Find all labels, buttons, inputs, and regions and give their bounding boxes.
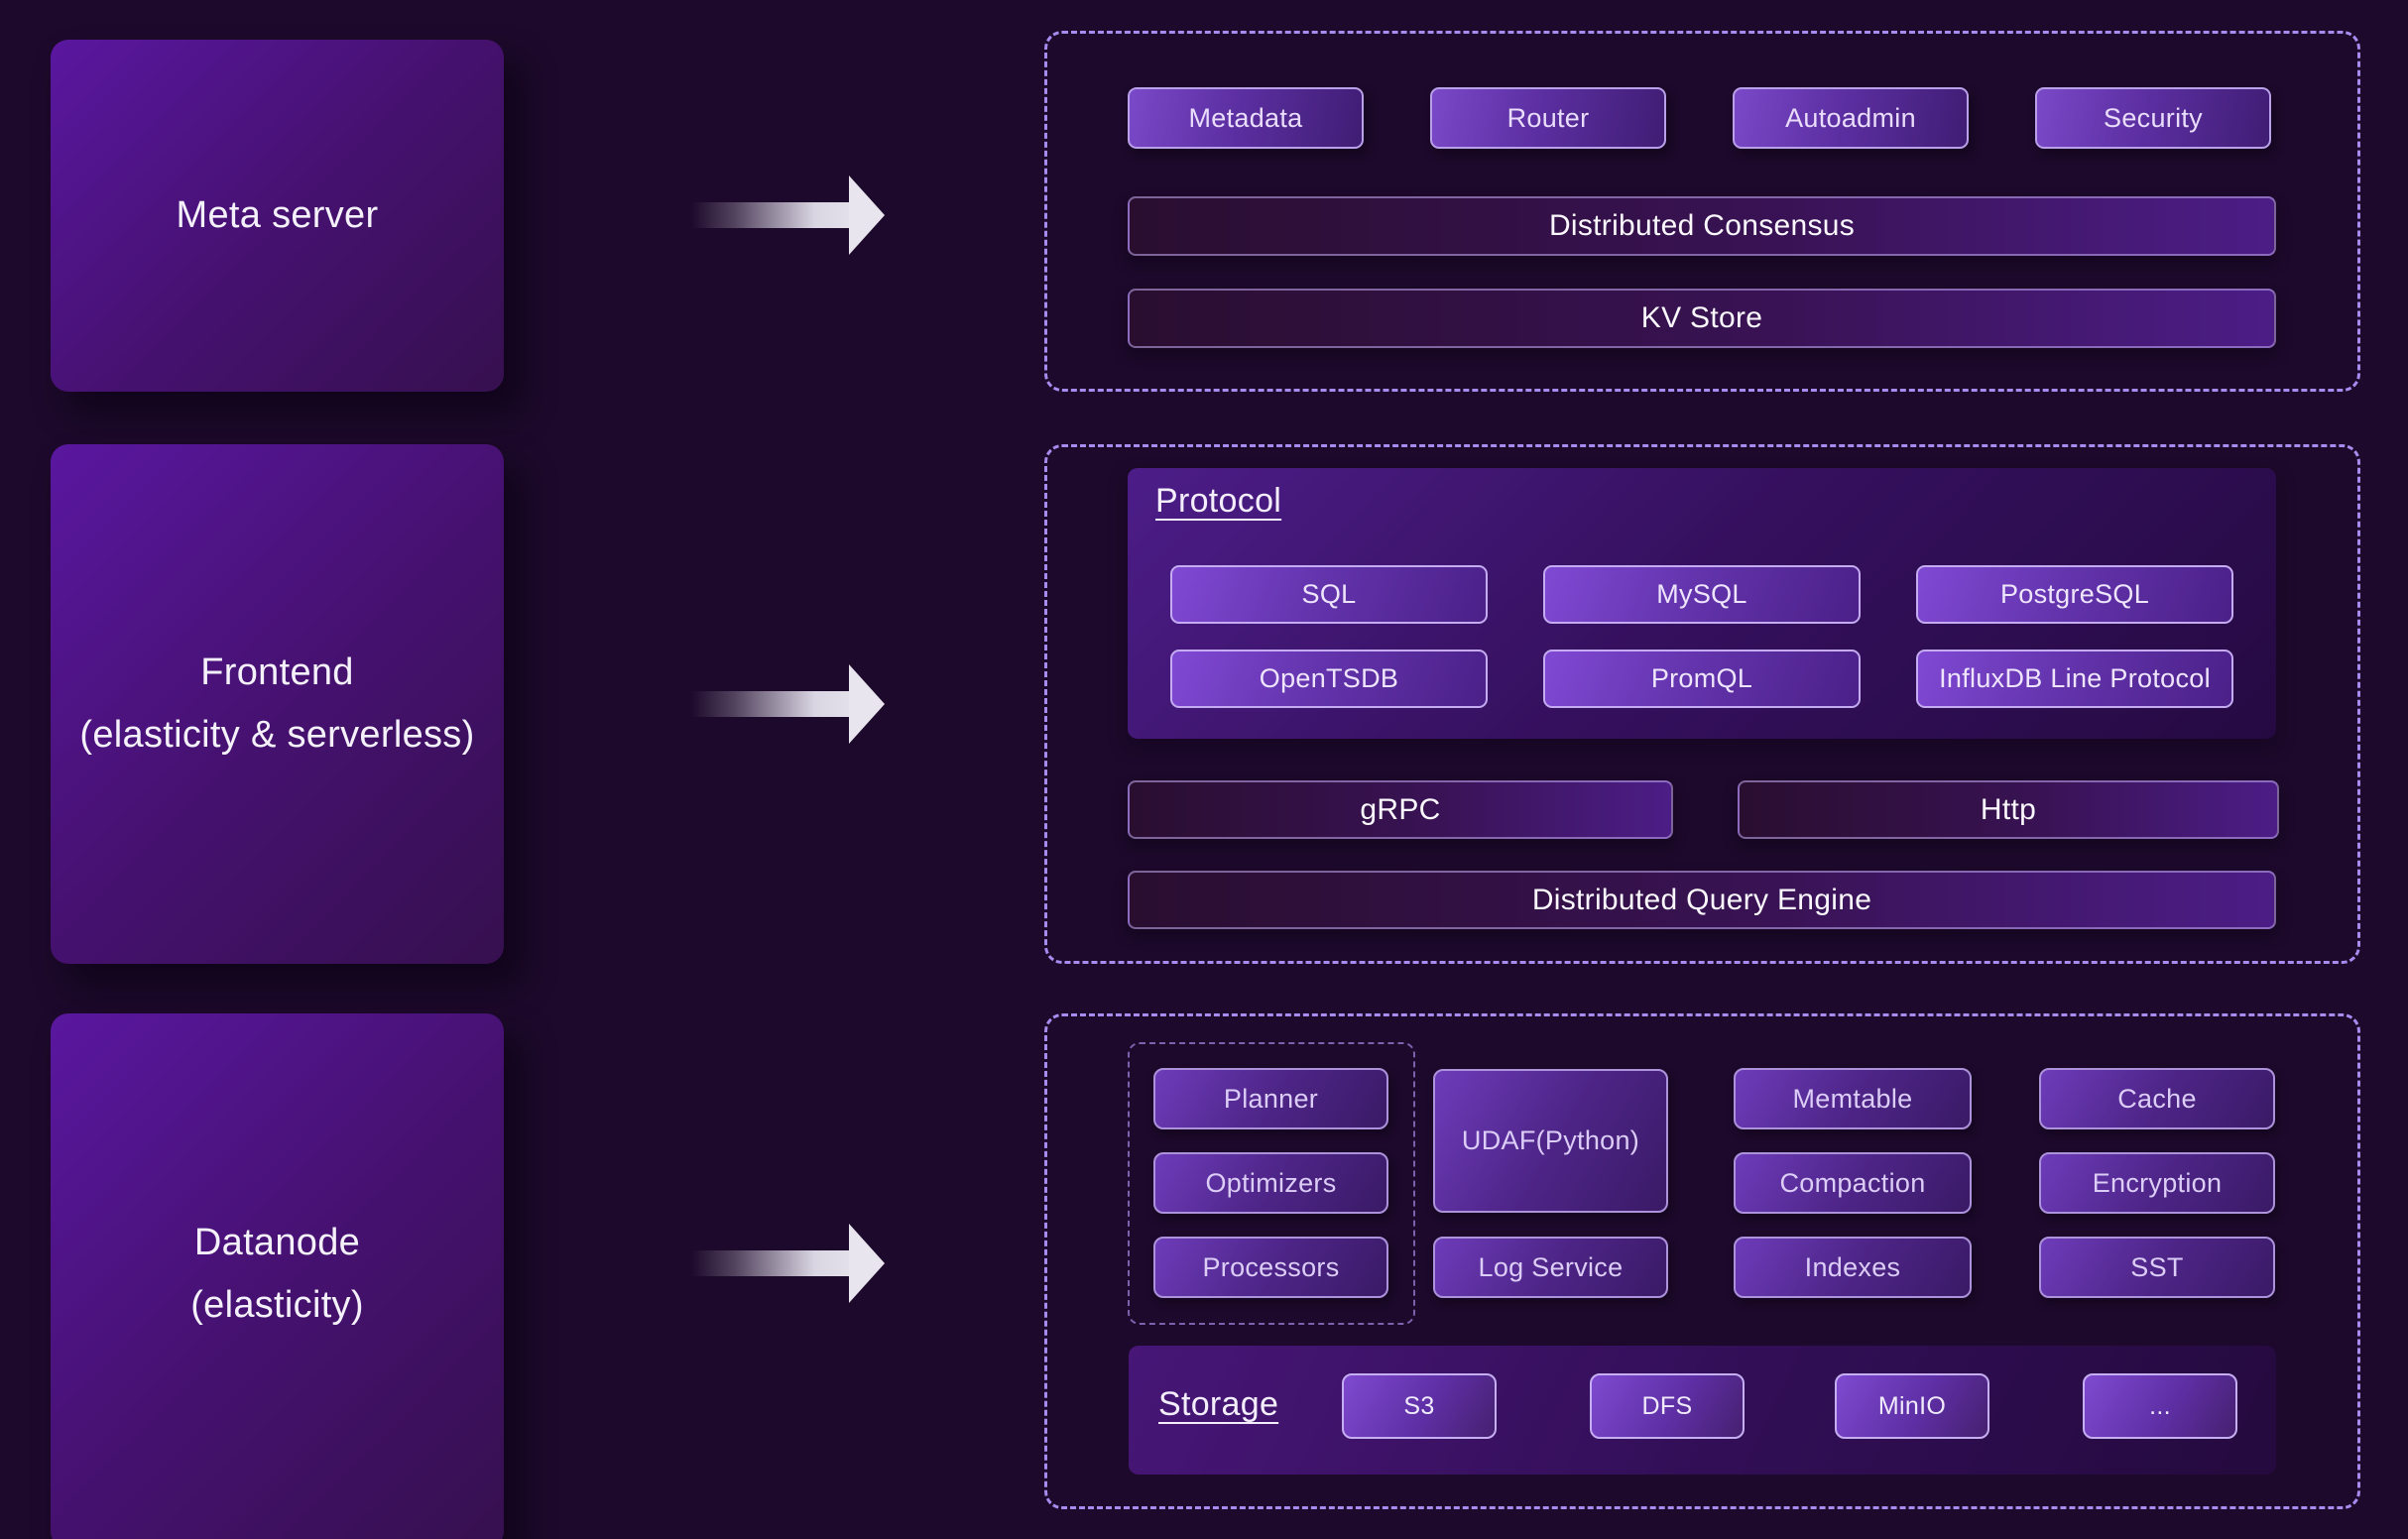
arrow-head [849,664,885,744]
security-chip-label: Security [2104,103,2203,134]
compaction-label: Compaction [1779,1168,1925,1199]
kv-store-bar: KV Store [1128,289,2276,348]
meta-section: Metadata Router Autoadmin Security Distr… [1044,31,2360,392]
router-chip-label: Router [1507,103,1590,134]
architecture-diagram: Meta server Frontend (elasticity & serve… [0,0,2408,1539]
planner-label: Planner [1224,1084,1318,1115]
security-chip: Security [2035,87,2271,149]
processors-button: Processors [1153,1237,1388,1298]
arrow-shaft [691,1250,849,1276]
datanode-box: Datanode (elasticity) [51,1013,504,1539]
frontend-section: Protocol SQL MySQL PostgreSQL OpenTSDB P… [1044,444,2360,964]
log-service-label: Log Service [1479,1252,1624,1283]
encryption-button: Encryption [2039,1152,2275,1214]
autoadmin-chip-label: Autoadmin [1785,103,1916,134]
meta-server-box: Meta server [51,40,504,392]
datanode-label-line2: (elasticity) [190,1274,364,1337]
mysql-button: MySQL [1543,565,1861,624]
cache-button: Cache [2039,1068,2275,1129]
grpc-bar: gRPC [1128,780,1673,839]
more-storage-label: ... [2149,1392,2171,1421]
s3-chip: S3 [1342,1373,1497,1439]
promql-label: PromQL [1651,663,1752,694]
udaf-python-label: UDAF(Python) [1462,1125,1639,1156]
dfs-label: DFS [1642,1392,1693,1421]
arrow-head [849,1224,885,1303]
s3-label: S3 [1403,1392,1434,1421]
datanode-label-line1: Datanode [194,1212,360,1274]
arrow-shaft [691,202,849,228]
indexes-label: Indexes [1805,1252,1901,1283]
sql-button: SQL [1170,565,1488,624]
frontend-arrow-right-icon [691,664,885,744]
memtable-label: Memtable [1793,1084,1913,1115]
postgresql-label: PostgreSQL [2000,579,2149,610]
minio-chip: MinIO [1835,1373,1989,1439]
datanode-arrow-right-icon [691,1224,885,1303]
http-bar: Http [1738,780,2279,839]
meta-arrow-right-icon [691,176,885,255]
optimizers-button: Optimizers [1153,1152,1388,1214]
memtable-button: Memtable [1734,1068,1972,1129]
router-chip: Router [1430,87,1666,149]
optimizers-label: Optimizers [1205,1168,1336,1199]
protocol-panel: Protocol SQL MySQL PostgreSQL OpenTSDB P… [1128,468,2276,739]
metadata-chip: Metadata [1128,87,1364,149]
minio-label: MinIO [1878,1392,1946,1421]
dfs-chip: DFS [1590,1373,1745,1439]
processors-label: Processors [1202,1252,1339,1283]
arrow-head [849,176,885,255]
log-service-button: Log Service [1433,1237,1668,1298]
opentsdb-label: OpenTSDB [1260,663,1398,694]
more-storage-chip: ... [2083,1373,2237,1439]
distributed-query-engine-label: Distributed Query Engine [1532,884,1871,917]
metadata-chip-label: Metadata [1189,103,1303,134]
distributed-consensus-bar: Distributed Consensus [1128,196,2276,256]
compaction-button: Compaction [1734,1152,1972,1214]
meta-server-label: Meta server [177,184,379,247]
cache-label: Cache [2117,1084,2197,1115]
distributed-consensus-label: Distributed Consensus [1549,209,1855,243]
arrow-shaft [691,691,849,717]
frontend-label-line2: (elasticity & serverless) [79,704,474,767]
influxdb-line-protocol-button: InfluxDB Line Protocol [1916,650,2233,708]
storage-panel: Storage S3 DFS MinIO ... [1129,1346,2276,1475]
sql-label: SQL [1302,579,1357,610]
opentsdb-button: OpenTSDB [1170,650,1488,708]
frontend-label-line1: Frontend [200,642,354,704]
kv-store-label: KV Store [1641,301,1762,335]
postgresql-button: PostgreSQL [1916,565,2233,624]
http-label: Http [1981,793,2036,827]
distributed-query-engine-bar: Distributed Query Engine [1128,871,2276,929]
promql-button: PromQL [1543,650,1861,708]
storage-heading: Storage [1158,1385,1278,1424]
influxdb-line-protocol-label: InfluxDB Line Protocol [1939,663,2211,694]
autoadmin-chip: Autoadmin [1733,87,1969,149]
sst-button: SST [2039,1237,2275,1298]
protocol-heading: Protocol [1155,482,1281,521]
planner-button: Planner [1153,1068,1388,1129]
frontend-box: Frontend (elasticity & serverless) [51,444,504,964]
indexes-button: Indexes [1734,1237,1972,1298]
grpc-label: gRPC [1360,793,1440,827]
encryption-label: Encryption [2093,1168,2223,1199]
datanode-section: Planner Optimizers Processors UDAF(Pytho… [1044,1013,2360,1509]
mysql-label: MySQL [1656,579,1747,610]
udaf-python-box: UDAF(Python) [1433,1069,1668,1213]
sst-label: SST [2130,1252,2183,1283]
